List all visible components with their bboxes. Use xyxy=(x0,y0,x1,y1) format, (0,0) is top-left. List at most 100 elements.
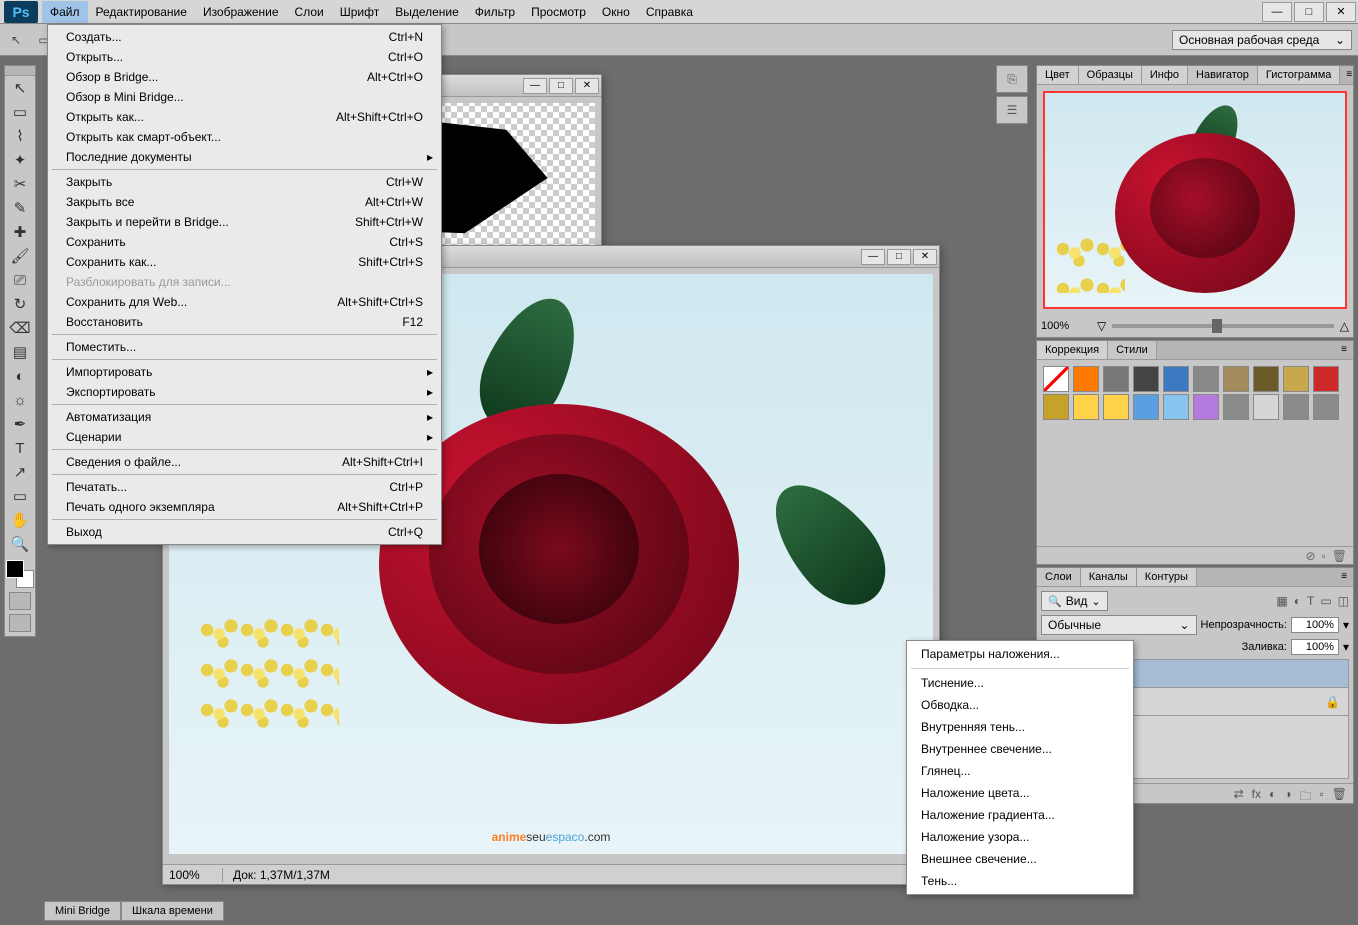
move-tool[interactable]: ↖ xyxy=(5,76,35,100)
style-swatch[interactable] xyxy=(1133,366,1159,392)
shape-tool[interactable]: ▭ xyxy=(5,484,35,508)
filter-shape-icon[interactable]: ▭ xyxy=(1320,594,1331,608)
doc-minimize-button[interactable]: — xyxy=(523,78,547,94)
file-menu-item[interactable]: Сохранить для Web...Alt+Shift+Ctrl+S xyxy=(48,292,441,312)
opacity-field[interactable]: 100% xyxy=(1291,617,1339,633)
file-menu-item[interactable]: Открыть...Ctrl+O xyxy=(48,47,441,67)
style-swatch[interactable] xyxy=(1133,394,1159,420)
style-swatch[interactable] xyxy=(1043,366,1069,392)
fx-menu-item[interactable]: Наложение цвета... xyxy=(907,782,1133,804)
tab-timeline[interactable]: Шкала времени xyxy=(121,901,224,921)
fx-menu-item[interactable]: Наложение градиента... xyxy=(907,804,1133,826)
pen-tool[interactable]: ✒ xyxy=(5,412,35,436)
dock-icon[interactable]: ☰ xyxy=(996,96,1028,124)
doc-maximize-button[interactable]: □ xyxy=(887,249,911,265)
history-brush-tool[interactable]: ↻ xyxy=(5,292,35,316)
file-menu-item[interactable]: Печатать...Ctrl+P xyxy=(48,477,441,497)
doc-close-button[interactable]: ✕ xyxy=(913,249,937,265)
fx-menu-item[interactable]: Наложение узора... xyxy=(907,826,1133,848)
file-menu-item[interactable]: Открыть как смарт-объект... xyxy=(48,127,441,147)
tab-channels[interactable]: Каналы xyxy=(1081,568,1137,586)
dock-icon[interactable]: ⎘ xyxy=(996,65,1028,93)
zoom-in-icon[interactable]: △ xyxy=(1340,319,1349,333)
blend-mode-dropdown[interactable]: Обычные⌄ xyxy=(1041,615,1197,635)
screen-mode[interactable] xyxy=(9,614,31,632)
style-swatch[interactable] xyxy=(1193,394,1219,420)
mask-icon[interactable]: ◐ xyxy=(1269,787,1276,800)
type-tool[interactable]: T xyxy=(5,436,35,460)
file-menu-item[interactable]: Автоматизация xyxy=(48,407,441,427)
doc-close-button[interactable]: ✕ xyxy=(575,78,599,94)
gradient-tool[interactable]: ▤ xyxy=(5,340,35,364)
style-swatch[interactable] xyxy=(1073,394,1099,420)
style-swatch[interactable] xyxy=(1103,366,1129,392)
file-menu-item[interactable]: Поместить... xyxy=(48,337,441,357)
menu-слои[interactable]: Слои xyxy=(287,1,332,23)
filter-type-icon[interactable]: T xyxy=(1307,594,1314,608)
style-swatch[interactable] xyxy=(1283,366,1309,392)
style-swatch[interactable] xyxy=(1073,366,1099,392)
fx-icon[interactable]: fx xyxy=(1252,787,1261,800)
style-swatch[interactable] xyxy=(1313,394,1339,420)
zoom-out-icon[interactable]: ▽ xyxy=(1097,319,1106,333)
panel-grip[interactable] xyxy=(5,66,35,76)
filter-smart-icon[interactable]: ◫ xyxy=(1338,594,1349,608)
healing-tool[interactable]: ✚ xyxy=(5,220,35,244)
file-menu-item[interactable]: Открыть как...Alt+Shift+Ctrl+O xyxy=(48,107,441,127)
fx-menu-item[interactable]: Тиснение... xyxy=(907,672,1133,694)
file-menu-item[interactable]: Экспортировать xyxy=(48,382,441,402)
menu-редактирование[interactable]: Редактирование xyxy=(88,1,195,23)
file-menu-item[interactable]: Сведения о файле...Alt+Shift+Ctrl+I xyxy=(48,452,441,472)
dodge-tool[interactable]: ☼ xyxy=(5,388,35,412)
fill-field[interactable]: 100% xyxy=(1291,639,1339,655)
new-layer-icon[interactable]: ▫ xyxy=(1320,787,1324,800)
workspace-dropdown[interactable]: Основная рабочая среда ⌄ xyxy=(1172,30,1352,50)
crop-tool[interactable]: ✂ xyxy=(5,172,35,196)
new-style-icon[interactable]: ▫ xyxy=(1322,549,1326,562)
menu-фильтр[interactable]: Фильтр xyxy=(467,1,523,23)
file-menu-item[interactable]: Обзор в Bridge...Alt+Ctrl+O xyxy=(48,67,441,87)
file-menu-item[interactable]: Обзор в Mini Bridge... xyxy=(48,87,441,107)
style-swatch[interactable] xyxy=(1043,394,1069,420)
fx-menu-item[interactable]: Глянец... xyxy=(907,760,1133,782)
zoom-tool[interactable]: 🔍 xyxy=(5,532,35,556)
stamp-tool[interactable]: ⎚ xyxy=(5,268,35,292)
fx-menu-item[interactable]: Обводка... xyxy=(907,694,1133,716)
menu-шрифт[interactable]: Шрифт xyxy=(332,1,387,23)
doc-maximize-button[interactable]: □ xyxy=(549,78,573,94)
style-swatch[interactable] xyxy=(1223,394,1249,420)
menu-справка[interactable]: Справка xyxy=(638,1,701,23)
style-swatch[interactable] xyxy=(1253,366,1279,392)
marquee-tool[interactable]: ▭ xyxy=(5,100,35,124)
navigator-preview[interactable] xyxy=(1043,91,1347,309)
tab-layers[interactable]: Слои xyxy=(1037,568,1081,586)
tab-paths[interactable]: Контуры xyxy=(1137,568,1197,586)
navigator-zoom[interactable]: 100% xyxy=(1041,320,1091,332)
path-select-tool[interactable]: ↗ xyxy=(5,460,35,484)
tab-info[interactable]: Инфо xyxy=(1142,66,1188,84)
file-menu-item[interactable]: Печать одного экземпляраAlt+Shift+Ctrl+P xyxy=(48,497,441,517)
file-menu-item[interactable]: Закрыть и перейти в Bridge...Shift+Ctrl+… xyxy=(48,212,441,232)
panel-menu-icon[interactable]: ≡ xyxy=(1335,341,1353,359)
blur-tool[interactable]: ◐ xyxy=(5,364,35,388)
style-swatch[interactable] xyxy=(1253,394,1279,420)
menu-окно[interactable]: Окно xyxy=(594,1,638,23)
file-menu-item[interactable]: Закрыть всеAlt+Ctrl+W xyxy=(48,192,441,212)
brush-tool[interactable]: 🖌 xyxy=(5,244,35,268)
file-menu-item[interactable]: Сохранить как...Shift+Ctrl+S xyxy=(48,252,441,272)
file-menu-item[interactable]: ЗакрытьCtrl+W xyxy=(48,172,441,192)
tab-navigator[interactable]: Навигатор xyxy=(1188,66,1258,84)
layer-filter-dropdown[interactable]: 🔍 Вид ⌄ xyxy=(1041,591,1108,611)
quick-mask[interactable] xyxy=(9,592,31,610)
tab-styles[interactable]: Стили xyxy=(1108,341,1157,359)
fx-menu-item[interactable]: Внешнее свечение... xyxy=(907,848,1133,870)
doc-minimize-button[interactable]: — xyxy=(861,249,885,265)
eyedropper-tool[interactable]: ✎ xyxy=(5,196,35,220)
link-icon[interactable]: ⇄ xyxy=(1234,787,1244,800)
style-swatch[interactable] xyxy=(1223,366,1249,392)
eraser-tool[interactable]: ⌫ xyxy=(5,316,35,340)
fx-menu-item[interactable]: Внутреннее свечение... xyxy=(907,738,1133,760)
panel-menu-icon[interactable]: ≡ xyxy=(1340,66,1358,84)
quick-select-tool[interactable]: ✦ xyxy=(5,148,35,172)
zoom-field[interactable]: 100% xyxy=(163,868,223,882)
